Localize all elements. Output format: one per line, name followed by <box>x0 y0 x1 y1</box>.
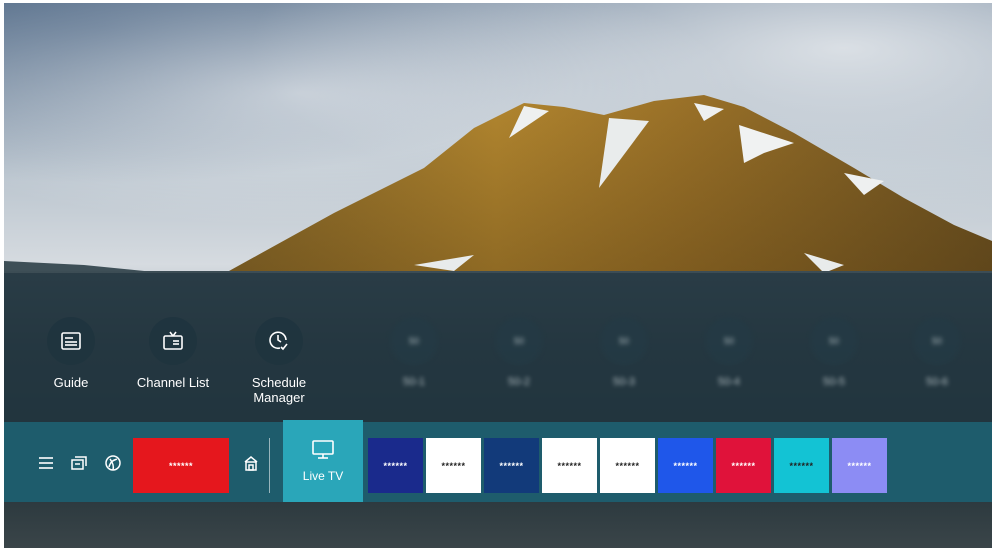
app-tile[interactable]: ****** <box>716 438 771 493</box>
blurred-channel-2[interactable]: 50 50-2 <box>464 317 574 390</box>
hamburger-menu-icon <box>39 457 53 469</box>
channel-badge: 50 <box>828 336 839 346</box>
quick-menu-panel: Guide Channel List Schedule Manager 50 5… <box>4 273 992 423</box>
ambient-icon <box>105 455 121 471</box>
featured-app-tile[interactable]: ****** <box>133 438 229 493</box>
schedule-manager-button[interactable]: Schedule Manager <box>224 317 334 405</box>
app-tile[interactable]: ****** <box>658 438 713 493</box>
blurred-channel-6[interactable]: 50 50-6 <box>882 317 992 390</box>
home-icon <box>244 456 258 471</box>
schedule-manager-icon <box>269 331 288 351</box>
blurred-channel-3[interactable]: 50 50-3 <box>569 317 679 390</box>
launcher-bar: ****** Live TV ****** ****** ****** ****… <box>4 420 992 502</box>
tv-screen: Guide Channel List Schedule Manager 50 5… <box>4 3 992 548</box>
schedule-manager-label: Schedule Manager <box>251 375 307 405</box>
blurred-channel-4[interactable]: 50 50-4 <box>674 317 784 390</box>
tv-icon <box>312 440 334 459</box>
launcher-divider <box>269 438 270 493</box>
bottom-strip <box>4 502 992 548</box>
channel-badge: 50 <box>618 336 629 346</box>
mountain-image <box>4 95 992 303</box>
app-tile[interactable]: ****** <box>600 438 655 493</box>
app-tile[interactable]: ****** <box>426 438 481 493</box>
menu-button[interactable] <box>35 452 57 474</box>
guide-label: Guide <box>53 375 89 390</box>
app-tile[interactable]: ****** <box>368 438 423 493</box>
source-button[interactable] <box>68 452 90 474</box>
channel-label: 50-1 <box>402 376 426 388</box>
blurred-channel-5[interactable]: 50 50-5 <box>779 317 889 390</box>
blurred-channel-1[interactable]: 50 50-1 <box>359 317 469 390</box>
app-tile[interactable]: ****** <box>832 438 887 493</box>
source-icon <box>71 456 87 470</box>
channel-label: 50-4 <box>717 376 741 388</box>
app-tile[interactable]: ****** <box>484 438 539 493</box>
ambient-button[interactable] <box>102 452 124 474</box>
channel-list-button[interactable]: Channel List <box>118 317 228 390</box>
channel-list-label: Channel List <box>136 375 210 390</box>
guide-icon <box>61 332 81 350</box>
channel-label: 50-6 <box>925 376 949 388</box>
app-tile[interactable]: ****** <box>774 438 829 493</box>
channel-label: 50-2 <box>507 376 531 388</box>
channel-badge: 50 <box>408 336 419 346</box>
live-tv-label: Live TV <box>302 469 344 483</box>
channel-badge: 50 <box>931 336 942 346</box>
channel-label: 50-3 <box>612 376 636 388</box>
channel-badge: 50 <box>513 336 524 346</box>
live-tv-tile[interactable]: Live TV <box>283 420 363 502</box>
app-tile[interactable]: ****** <box>542 438 597 493</box>
channel-label: 50-5 <box>822 376 846 388</box>
home-button[interactable] <box>240 452 262 474</box>
channel-list-icon <box>163 331 183 350</box>
channel-badge: 50 <box>723 336 734 346</box>
guide-button[interactable]: Guide <box>16 317 126 390</box>
